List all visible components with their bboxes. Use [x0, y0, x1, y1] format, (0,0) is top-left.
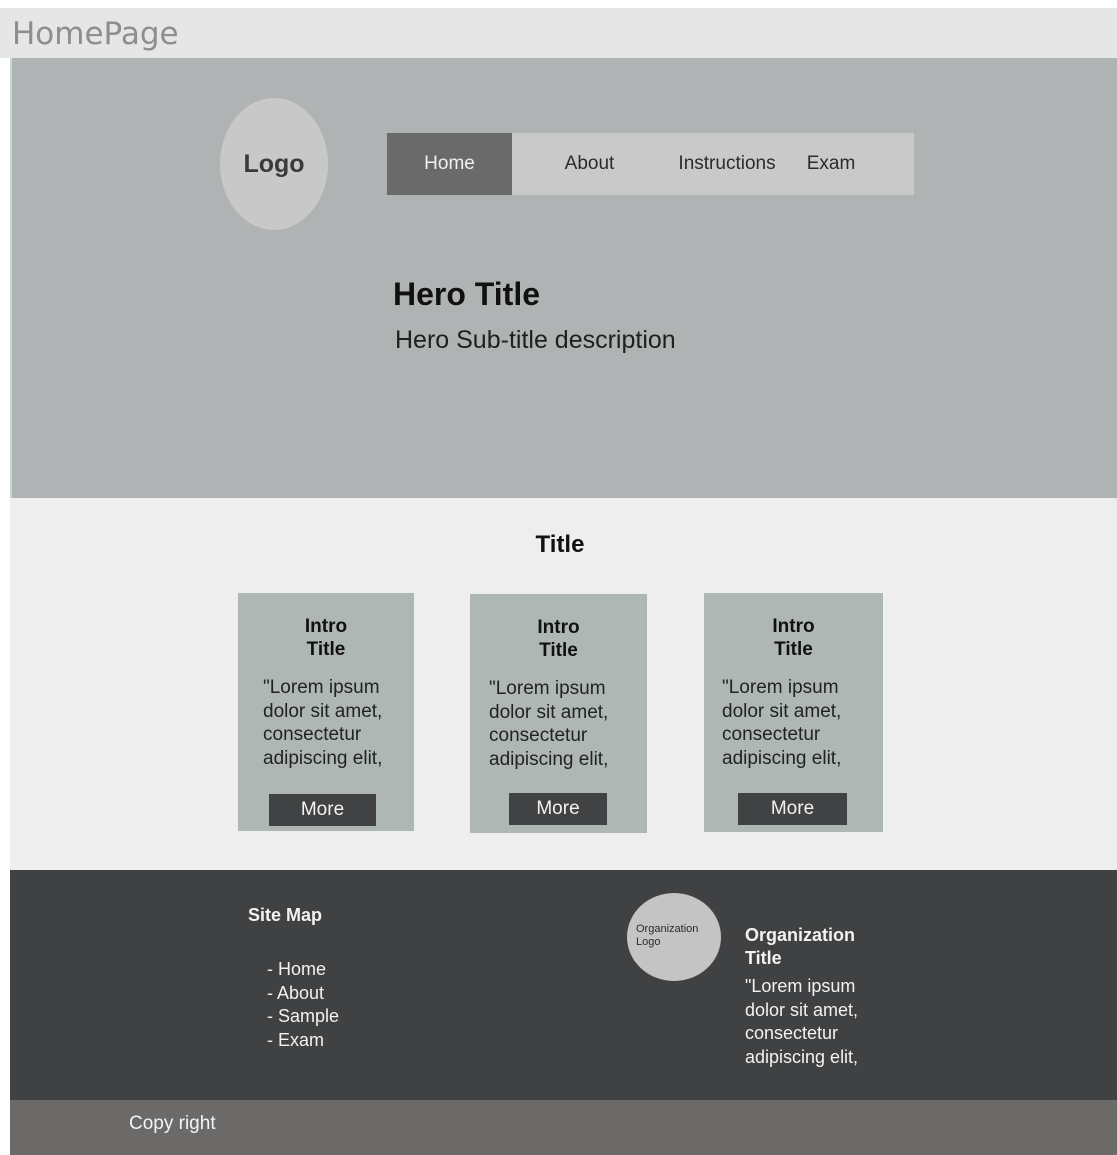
- sitemap-link-about[interactable]: - About: [267, 982, 339, 1006]
- intro-card: Intro Title "Lorem ipsum dolor sit amet,…: [704, 593, 883, 832]
- nav-item-exam[interactable]: Exam: [797, 133, 865, 195]
- card-title: Intro Title: [238, 615, 414, 661]
- organization-logo-text: Organization Logo: [636, 923, 699, 948]
- organization-text: "Lorem ipsum dolor sit amet, consectetur…: [745, 976, 859, 1067]
- copyright-bar: Copy right: [10, 1100, 1117, 1155]
- sitemap-link-home[interactable]: - Home: [267, 958, 339, 982]
- sitemap-link-exam[interactable]: - Exam: [267, 1029, 339, 1053]
- nav-item-instructions[interactable]: Instructions: [669, 133, 785, 195]
- intro-section: Title Intro Title "Lorem ipsum dolor sit…: [10, 498, 1117, 870]
- sitemap-title: Site Map: [248, 905, 323, 925]
- intro-card: Intro Title "Lorem ipsum dolor sit amet,…: [470, 594, 647, 833]
- copyright-text: Copy right: [129, 1113, 216, 1134]
- card-title: Intro Title: [704, 615, 883, 661]
- card-text: "Lorem ipsum dolor sit amet, consectetur…: [722, 677, 842, 769]
- intro-card: Intro Title "Lorem ipsum dolor sit amet,…: [238, 593, 414, 831]
- card-text: "Lorem ipsum dolor sit amet, consectetur…: [489, 678, 609, 770]
- logo[interactable]: Logo: [220, 98, 328, 230]
- hero-title: Hero Title: [393, 276, 540, 312]
- section-title: Title: [535, 531, 585, 558]
- nav-item-home[interactable]: Home: [387, 133, 512, 195]
- organization-logo: Organization Logo: [627, 893, 721, 981]
- organization-title: Organization Title: [745, 925, 856, 968]
- frame-label: HomePage: [12, 16, 179, 52]
- card-title-text: Intro Title: [304, 616, 348, 660]
- card-text: "Lorem ipsum dolor sit amet, consectetur…: [263, 677, 383, 769]
- nav-item-about[interactable]: About: [542, 133, 637, 195]
- more-button[interactable]: More: [509, 793, 607, 825]
- page-frame: Logo Home About Instructions Exam Hero T…: [10, 58, 1117, 1155]
- sitemap-list: - Home - About - Sample - Exam: [267, 958, 339, 1052]
- footer: Site Map - Home - About - Sample - Exam …: [10, 870, 1117, 1100]
- more-button[interactable]: More: [738, 793, 847, 825]
- more-button[interactable]: More: [269, 794, 376, 826]
- card-title-text: Intro Title: [772, 616, 815, 660]
- main-nav: Home About Instructions Exam: [387, 133, 914, 195]
- hero-section: Logo Home About Instructions Exam Hero T…: [10, 58, 1117, 498]
- frame-label-bar: HomePage: [0, 8, 1117, 58]
- card-title-text: Intro Title: [537, 617, 580, 661]
- hero-subtitle: Hero Sub-title description: [395, 326, 676, 354]
- card-title: Intro Title: [470, 616, 647, 662]
- sitemap-link-sample[interactable]: - Sample: [267, 1005, 339, 1029]
